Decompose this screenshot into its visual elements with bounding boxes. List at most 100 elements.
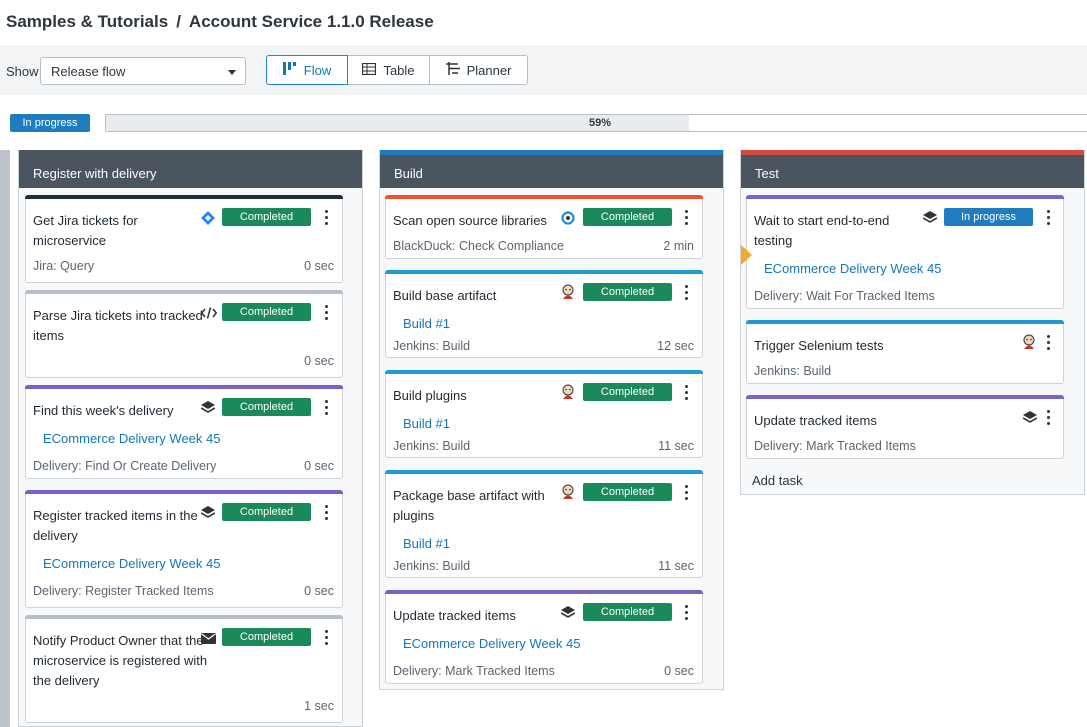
task-title[interactable]: Package base artifact with plugins — [393, 486, 553, 526]
more-options-icon[interactable] — [1047, 335, 1051, 353]
code-icon — [200, 306, 218, 323]
build-link[interactable]: Build #1 — [403, 416, 450, 431]
task-title[interactable]: Get Jira tickets for microservice — [33, 211, 193, 251]
task-duration: 12 sec — [657, 339, 694, 353]
more-options-icon[interactable] — [325, 400, 329, 418]
more-options-icon[interactable] — [685, 385, 689, 403]
more-options-icon[interactable] — [1047, 210, 1051, 228]
task-title[interactable]: Scan open source libraries — [393, 211, 568, 231]
delivery-link[interactable]: ECommerce Delivery Week 45 — [43, 556, 220, 571]
task-title[interactable]: Update tracked items — [393, 606, 563, 626]
task-duration: 0 sec — [664, 664, 694, 678]
add-task-link[interactable]: Add task — [752, 473, 803, 488]
delivery-link[interactable]: ECommerce Delivery Week 45 — [43, 431, 220, 446]
task-source: Delivery: Mark Tracked Items — [754, 439, 916, 453]
task-color-bar — [25, 290, 343, 294]
planner-view-button[interactable]: Planner — [429, 55, 528, 85]
delivery-link[interactable]: ECommerce Delivery Week 45 — [403, 636, 580, 651]
task-card[interactable]: Parse Jira tickets into tracked items Co… — [25, 290, 343, 378]
table-view-button[interactable]: Table — [347, 55, 430, 85]
task-duration: 11 sec — [658, 559, 694, 573]
phase-column: Build Scan open source libraries Complet… — [379, 150, 724, 690]
jenkins-icon — [561, 484, 575, 503]
task-title[interactable]: Wait to start end-to-end testing — [754, 211, 914, 251]
task-source: Delivery: Wait For Tracked Items — [754, 289, 935, 303]
layers-icon — [922, 211, 938, 228]
more-options-icon[interactable] — [685, 210, 689, 228]
task-duration: 0 sec — [304, 459, 334, 473]
task-card[interactable]: Get Jira tickets for microservice Comple… — [25, 195, 343, 283]
task-title[interactable]: Build base artifact — [393, 286, 568, 306]
layers-icon — [200, 506, 216, 523]
task-title[interactable]: Build plugins — [393, 386, 568, 406]
task-card[interactable]: Trigger Selenium tests Jenkins: Build — [746, 320, 1064, 384]
flow-icon — [282, 62, 297, 78]
task-color-bar — [25, 195, 343, 199]
task-duration: 0 sec — [304, 259, 334, 273]
more-options-icon[interactable] — [325, 210, 329, 228]
task-color-bar — [25, 615, 343, 619]
left-phase-strip — [0, 150, 10, 727]
more-options-icon[interactable] — [325, 305, 329, 323]
breadcrumb-parent-link[interactable]: Samples & Tutorials — [6, 12, 168, 31]
task-card[interactable]: Update tracked items Completed ECommerce… — [385, 590, 703, 684]
task-title[interactable]: Update tracked items — [754, 411, 929, 431]
more-options-icon[interactable] — [685, 285, 689, 303]
more-options-icon[interactable] — [1047, 410, 1051, 428]
task-card[interactable]: Find this week's delivery Completed ECom… — [25, 385, 343, 479]
task-color-bar — [385, 195, 703, 199]
task-color-bar — [746, 195, 1064, 199]
task-title[interactable]: Trigger Selenium tests — [754, 336, 929, 356]
planner-view-label: Planner — [466, 62, 512, 78]
status-badge: Completed — [583, 208, 672, 226]
task-card[interactable]: Package base artifact with plugins Compl… — [385, 470, 703, 578]
phase-title[interactable]: Test — [741, 150, 1084, 188]
more-options-icon[interactable] — [325, 505, 329, 523]
status-badge: Completed — [222, 503, 311, 521]
task-title[interactable]: Parse Jira tickets into tracked items — [33, 306, 203, 346]
status-badge: Completed — [222, 208, 311, 226]
task-color-bar — [385, 370, 703, 374]
mail-icon — [201, 632, 216, 647]
status-badge: Completed — [222, 303, 311, 321]
task-duration: 1 sec — [304, 699, 334, 713]
layers-icon — [200, 401, 216, 418]
more-options-icon[interactable] — [685, 605, 689, 623]
more-options-icon[interactable] — [325, 630, 329, 648]
task-color-bar — [746, 320, 1064, 324]
task-card[interactable]: Register tracked items in the delivery C… — [25, 490, 343, 608]
task-color-bar — [385, 270, 703, 274]
delivery-link[interactable]: ECommerce Delivery Week 45 — [764, 261, 941, 276]
task-source: Jenkins: Build — [393, 439, 471, 453]
task-card[interactable]: Wait to start end-to-end testing In prog… — [746, 195, 1064, 309]
task-source: Delivery: Mark Tracked Items — [393, 664, 555, 678]
task-source: Jenkins: Build — [393, 339, 471, 353]
task-card[interactable]: Build plugins Completed Build #1 Jenkins… — [385, 370, 703, 458]
task-title[interactable]: Notify Product Owner that the microservi… — [33, 631, 208, 691]
task-source: Jenkins: Build — [393, 559, 471, 573]
task-title[interactable]: Register tracked items in the delivery — [33, 506, 203, 546]
current-task-pointer-icon — [741, 245, 752, 265]
task-color-bar — [385, 590, 703, 594]
task-card[interactable]: Scan open source libraries Completed Bla… — [385, 195, 703, 259]
task-duration: 11 sec — [658, 439, 694, 453]
task-card[interactable]: Update tracked items Delivery: Mark Trac… — [746, 395, 1064, 459]
build-link[interactable]: Build #1 — [403, 536, 450, 551]
table-icon — [362, 62, 377, 78]
flow-view-button[interactable]: Flow — [266, 55, 348, 85]
table-view-label: Table — [383, 62, 415, 78]
show-select[interactable]: Release flow — [40, 57, 246, 85]
task-title[interactable]: Find this week's delivery — [33, 401, 203, 421]
layers-icon — [1022, 411, 1038, 428]
task-color-bar — [385, 470, 703, 474]
phase-title[interactable]: Build — [380, 150, 723, 188]
task-card[interactable]: Notify Product Owner that the microservi… — [25, 615, 343, 723]
task-color-bar — [25, 385, 343, 389]
phase-title[interactable]: Register with delivery — [19, 150, 362, 188]
more-options-icon[interactable] — [685, 485, 689, 503]
jenkins-icon — [1022, 334, 1036, 353]
page-title: Account Service 1.1.0 Release — [188, 12, 434, 31]
build-link[interactable]: Build #1 — [403, 316, 450, 331]
task-source: Jenkins: Build — [754, 364, 832, 378]
task-card[interactable]: Build base artifact Completed Build #1 J… — [385, 270, 703, 358]
